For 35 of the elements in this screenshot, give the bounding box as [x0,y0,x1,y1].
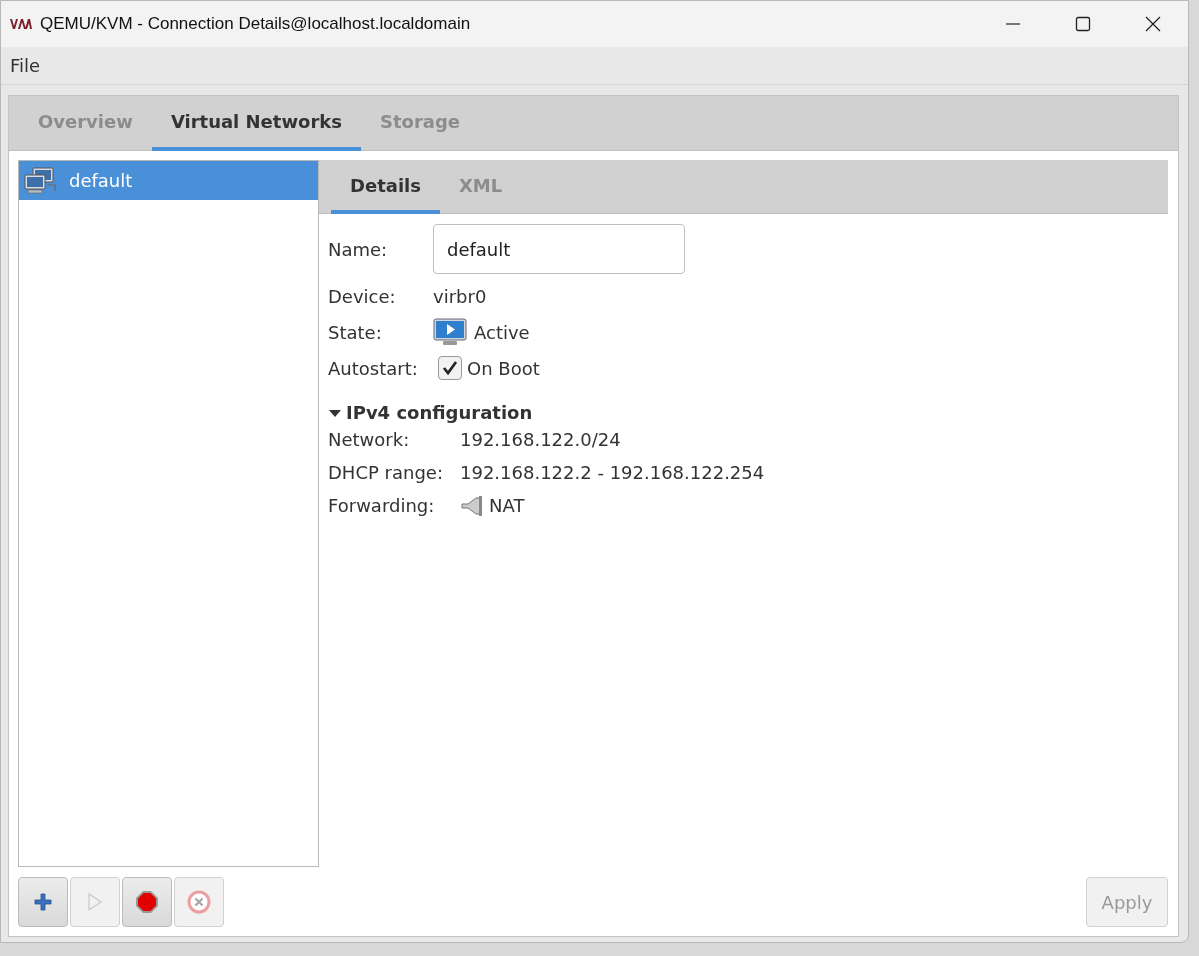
app-logo-icon [10,18,32,30]
field-label: Name: [328,238,389,260]
monitor-play-icon [433,318,467,346]
close-icon [1145,16,1161,32]
field-label: Network: [328,429,411,450]
field-label: DHCP range: [328,462,444,483]
field-label: Autostart: [328,357,419,379]
minimize-icon [1005,23,1021,25]
field-label: Forwarding: [328,495,436,516]
field-label: State: [328,321,383,343]
play-icon [87,892,103,912]
triangle-down-icon [328,407,342,418]
network-computers-icon [23,166,57,195]
field-value: 192.168.122.2 - 192.168.122.254 [460,462,765,483]
tab[interactable]: Details [331,160,440,214]
maximize-icon [1075,16,1091,32]
field-label: Device: [328,285,397,307]
plus-icon [33,892,53,912]
checkbox-label: On Boot [467,357,540,379]
menu-item[interactable]: File [10,55,41,76]
field-value: 192.168.122.0/24 [460,429,621,450]
tab[interactable]: Virtual Networks [151,96,361,151]
state-value: Active [474,321,530,343]
stop-button[interactable] [122,877,172,927]
field-value: virbr0 [433,285,487,307]
autostart-checkbox[interactable] [438,356,462,380]
plug-icon [460,494,484,517]
name-input-field[interactable]: default [433,224,685,274]
ipv4-expander[interactable]: IPv4 configuration [328,402,533,423]
add-button[interactable] [18,877,68,927]
field-value: NAT [489,495,525,516]
delete-icon [186,889,212,915]
window-title: QEMU/KVM - Connection Details@localhost.localdomain [40,14,471,34]
stop-icon [135,890,159,914]
checkmark-icon [441,359,459,377]
